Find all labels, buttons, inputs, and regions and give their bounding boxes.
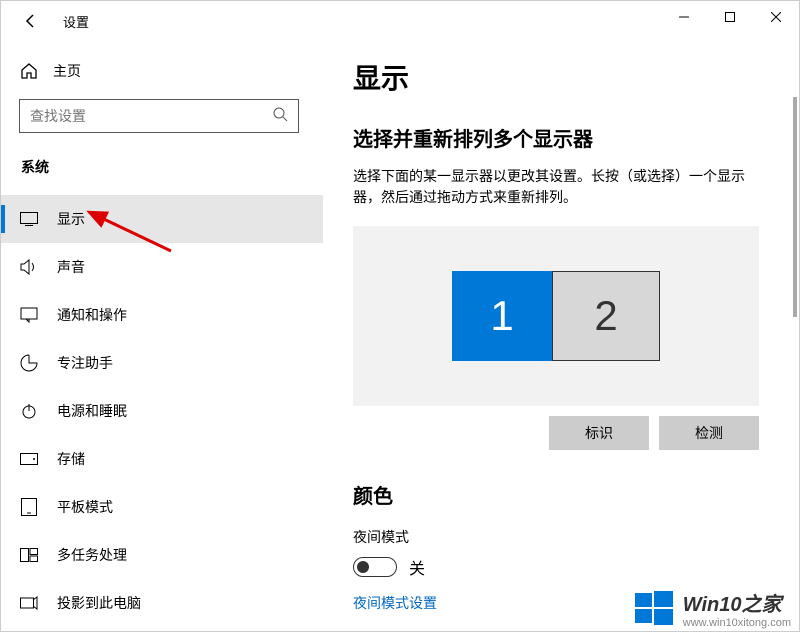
night-light-settings-link[interactable]: 夜间模式设置	[353, 593, 759, 613]
home-icon	[19, 61, 39, 81]
sidebar-item-label: 显示	[57, 209, 85, 229]
sound-icon	[19, 257, 39, 277]
app-title: 设置	[63, 12, 89, 31]
maximize-button[interactable]	[707, 1, 753, 33]
close-button[interactable]	[753, 1, 799, 33]
sidebar-item-storage[interactable]: 存储	[1, 435, 323, 483]
home-link[interactable]: 主页	[19, 61, 323, 81]
sidebar: 主页 系统 显示 声音 通知和操作 专注助手	[1, 41, 323, 631]
scrollbar[interactable]	[793, 97, 797, 317]
category-heading: 系统	[19, 157, 323, 177]
project-icon	[19, 593, 39, 613]
sidebar-item-label: 专注助手	[57, 353, 113, 373]
back-button[interactable]	[19, 9, 43, 33]
multitask-icon	[19, 545, 39, 565]
identify-button[interactable]: 标识	[549, 416, 649, 450]
sidebar-item-focus[interactable]: 专注助手	[1, 339, 323, 387]
page-title: 显示	[353, 57, 759, 97]
search-input[interactable]	[30, 108, 272, 124]
sidebar-item-sound[interactable]: 声音	[1, 243, 323, 291]
sidebar-item-label: 投影到此电脑	[57, 593, 141, 613]
sidebar-item-label: 存储	[57, 449, 85, 469]
sidebar-item-label: 通知和操作	[57, 305, 127, 325]
storage-icon	[19, 449, 39, 469]
display-icon	[19, 209, 39, 229]
monitor-2[interactable]: 2	[552, 271, 660, 361]
night-light-toggle[interactable]	[353, 557, 397, 577]
sidebar-item-label: 平板模式	[57, 497, 113, 517]
night-light-label: 夜间模式	[353, 527, 759, 547]
color-heading: 颜色	[353, 480, 759, 509]
content-area: 显示 选择并重新排列多个显示器 选择下面的某一显示器以更改其设置。长按（或选择）…	[323, 41, 799, 631]
sidebar-item-display[interactable]: 显示	[1, 195, 323, 243]
sidebar-item-power[interactable]: 电源和睡眠	[1, 387, 323, 435]
monitor-arrange-area[interactable]: 1 2	[353, 226, 759, 406]
sidebar-item-label: 声音	[57, 257, 85, 277]
tablet-icon	[19, 497, 39, 517]
notifications-icon	[19, 305, 39, 325]
toggle-state-label: 关	[409, 555, 425, 579]
home-label: 主页	[53, 61, 81, 81]
arrange-description: 选择下面的某一显示器以更改其设置。长按（或选择）一个显示器，然后通过拖动方式来重…	[353, 166, 753, 208]
monitor-1[interactable]: 1	[452, 271, 552, 361]
arrange-heading: 选择并重新排列多个显示器	[353, 123, 759, 152]
sidebar-item-label: 多任务处理	[57, 545, 127, 565]
sidebar-item-label: 电源和睡眠	[57, 401, 127, 421]
sidebar-item-notifications[interactable]: 通知和操作	[1, 291, 323, 339]
detect-button[interactable]: 检测	[659, 416, 759, 450]
sidebar-item-multitask[interactable]: 多任务处理	[1, 531, 323, 579]
focus-icon	[19, 353, 39, 373]
sidebar-item-tablet[interactable]: 平板模式	[1, 483, 323, 531]
search-box[interactable]	[19, 99, 299, 133]
sidebar-item-project[interactable]: 投影到此电脑	[1, 579, 323, 627]
power-icon	[19, 401, 39, 421]
minimize-button[interactable]	[661, 1, 707, 33]
search-icon	[272, 106, 288, 127]
